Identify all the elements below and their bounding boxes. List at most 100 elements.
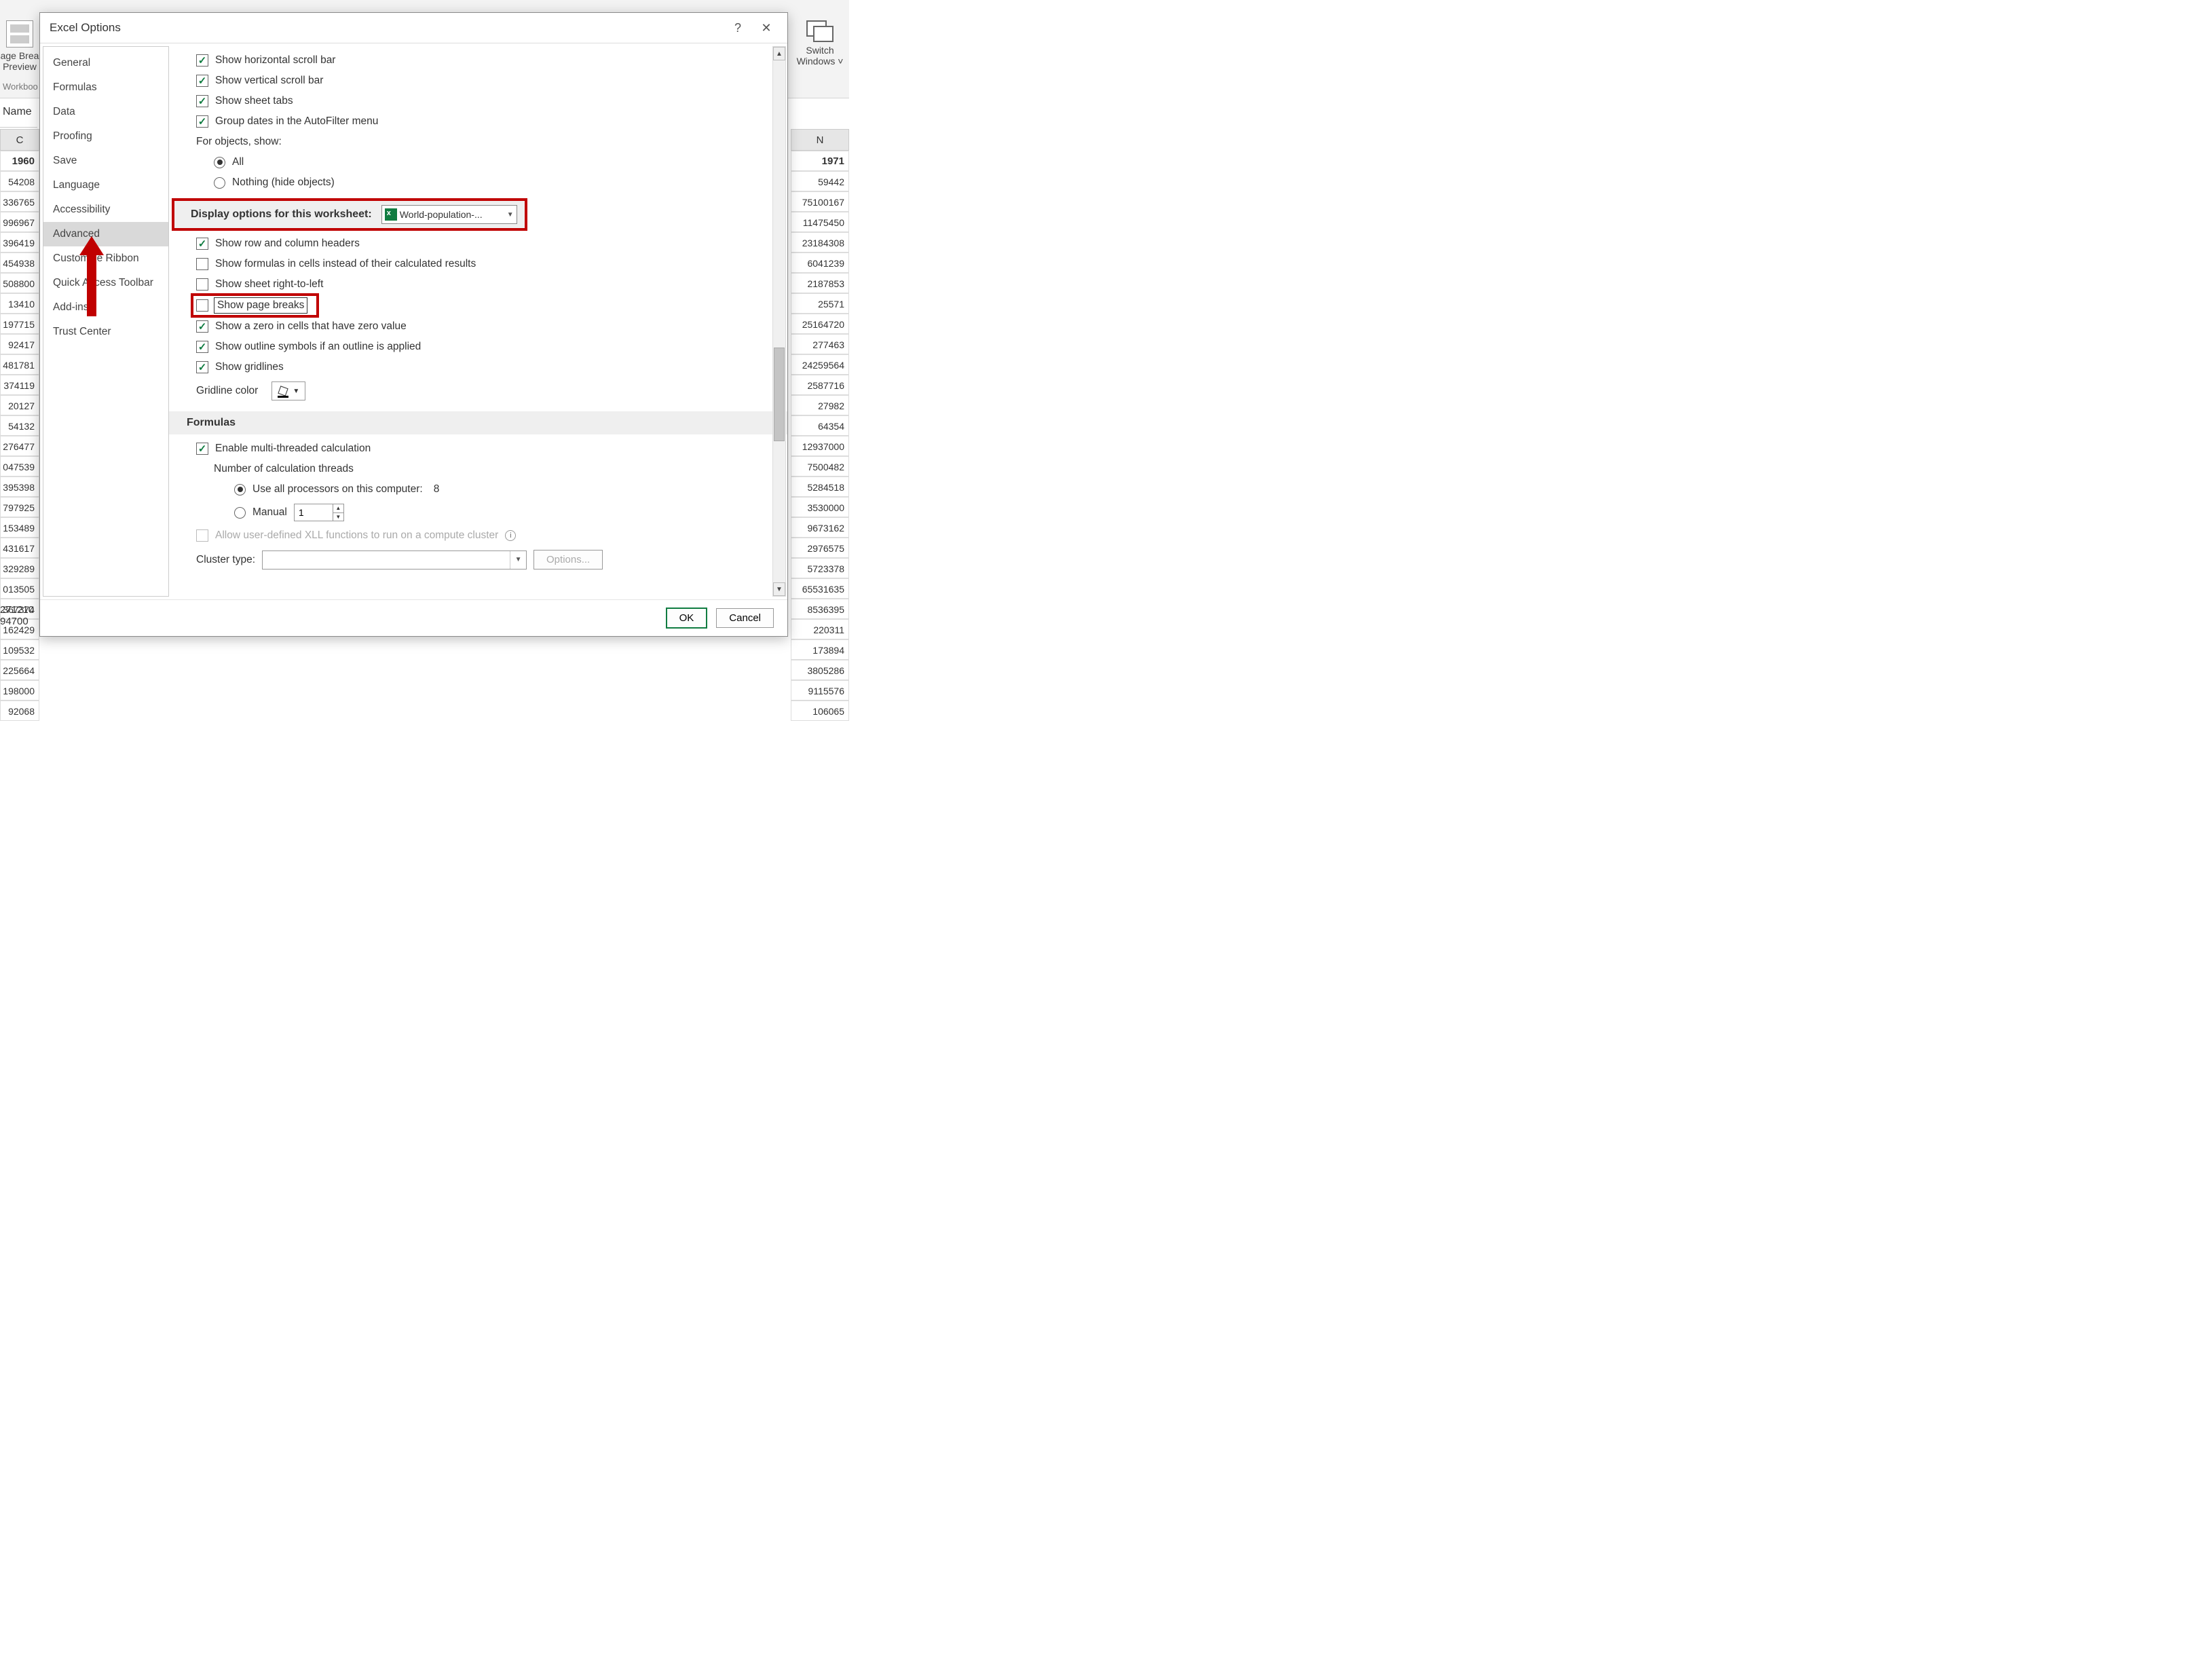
opt-sheet-tabs[interactable]: Show sheet tabs xyxy=(187,91,782,111)
cell[interactable]: 6041239 xyxy=(791,253,849,273)
cell[interactable]: 153489 xyxy=(0,517,39,538)
manual-thread-spinner[interactable]: ▲▼ xyxy=(294,504,344,521)
cell[interactable]: 24259564 xyxy=(791,354,849,375)
cell[interactable]: 508800 xyxy=(0,273,39,293)
cell[interactable]: 2587716 xyxy=(791,375,849,395)
cell[interactable]: 92417 xyxy=(0,334,39,354)
checkbox-icon[interactable] xyxy=(196,258,208,270)
nav-proofing[interactable]: Proofing xyxy=(43,124,168,149)
checkbox-icon[interactable] xyxy=(196,95,208,107)
cell[interactable]: 277463 xyxy=(791,334,849,354)
spinner-down-icon[interactable]: ▼ xyxy=(333,513,343,521)
checkbox-icon[interactable] xyxy=(196,238,208,250)
spinner-input[interactable] xyxy=(295,504,333,521)
cell[interactable]: 198000 xyxy=(0,680,39,701)
cell[interactable]: 64354 xyxy=(791,415,849,436)
cell[interactable]: 92068 xyxy=(0,701,39,721)
opt-manual-threads[interactable]: Manual ▲▼ xyxy=(187,500,782,525)
scroll-down-icon[interactable]: ▼ xyxy=(773,582,785,596)
cluster-type-combo[interactable]: ▼ xyxy=(262,550,527,570)
nav-language[interactable]: Language xyxy=(43,173,168,198)
opt-page-breaks[interactable]: Show page breaks xyxy=(192,295,318,316)
help-button[interactable]: ? xyxy=(724,17,752,39)
content-scrollbar[interactable]: ▲ ▼ xyxy=(772,46,786,597)
checkbox-icon[interactable] xyxy=(196,341,208,353)
cancel-button[interactable]: Cancel xyxy=(716,608,774,628)
opt-hscroll[interactable]: Show horizontal scroll bar xyxy=(187,50,782,71)
nav-addins[interactable]: Add-ins xyxy=(43,295,168,320)
cell[interactable]: 3805286 xyxy=(791,660,849,680)
opt-show-formulas[interactable]: Show formulas in cells instead of their … xyxy=(187,254,782,274)
radio-icon[interactable] xyxy=(214,177,225,189)
spinner-up-icon[interactable]: ▲ xyxy=(333,504,343,513)
cell[interactable]: 395398 xyxy=(0,477,39,497)
cell[interactable]: 11475450 xyxy=(791,212,849,232)
info-icon[interactable]: i xyxy=(505,530,516,541)
ribbon-switch-windows[interactable]: Switch Windows ˅ xyxy=(793,20,846,67)
cell[interactable]: 996967 xyxy=(0,212,39,232)
cell[interactable]: 54132 xyxy=(0,415,39,436)
cell[interactable]: 047539 xyxy=(0,456,39,477)
cell[interactable]: 2187853 xyxy=(791,273,849,293)
cell[interactable]: 431617 xyxy=(0,538,39,558)
cell[interactable]: 271210 xyxy=(0,604,39,616)
name-box[interactable]: Name xyxy=(0,100,37,128)
scroll-up-icon[interactable]: ▲ xyxy=(773,47,785,60)
radio-icon[interactable] xyxy=(234,484,246,496)
cell[interactable]: 013505 xyxy=(0,578,39,599)
opt-use-all-processors[interactable]: Use all processors on this computer: 8 xyxy=(187,479,782,500)
cell[interactable]: 454938 xyxy=(0,253,39,273)
checkbox-icon[interactable] xyxy=(196,361,208,373)
cell[interactable]: 276477 xyxy=(0,436,39,456)
opt-objects-all[interactable]: All xyxy=(187,152,782,172)
nav-general[interactable]: General xyxy=(43,51,168,75)
opt-rtl[interactable]: Show sheet right-to-left xyxy=(187,274,782,295)
cell[interactable]: 27982 xyxy=(791,395,849,415)
cell[interactable]: 329289 xyxy=(0,558,39,578)
checkbox-icon[interactable] xyxy=(196,75,208,87)
cell[interactable]: 12937000 xyxy=(791,436,849,456)
cell-header[interactable]: 1960 xyxy=(0,151,39,171)
opt-objects-none[interactable]: Nothing (hide objects) xyxy=(187,172,782,193)
cell[interactable]: 23184308 xyxy=(791,232,849,253)
cell[interactable]: 396419 xyxy=(0,232,39,253)
ribbon-page-break-preview[interactable]: age Brea Preview xyxy=(0,20,39,72)
cell[interactable]: 797925 xyxy=(0,497,39,517)
cell[interactable]: 75100167 xyxy=(791,191,849,212)
cell[interactable]: 225664 xyxy=(0,660,39,680)
cell[interactable]: 59442 xyxy=(791,171,849,191)
nav-data[interactable]: Data xyxy=(43,100,168,124)
cell[interactable]: 25164720 xyxy=(791,314,849,334)
checkbox-icon[interactable] xyxy=(196,278,208,291)
gridline-color-picker[interactable]: ▼ xyxy=(271,381,305,400)
cell[interactable]: 54208 xyxy=(0,171,39,191)
nav-formulas[interactable]: Formulas xyxy=(43,75,168,100)
opt-outline[interactable]: Show outline symbols if an outline is ap… xyxy=(187,337,782,357)
cell[interactable]: 106065 xyxy=(791,701,849,721)
opt-multithread[interactable]: Enable multi-threaded calculation xyxy=(187,438,782,459)
column-header[interactable]: C xyxy=(0,129,39,151)
opt-vscroll[interactable]: Show vertical scroll bar xyxy=(187,71,782,91)
checkbox-icon[interactable] xyxy=(196,320,208,333)
cell[interactable]: 481781 xyxy=(0,354,39,375)
close-button[interactable]: ✕ xyxy=(752,17,781,39)
opt-zero[interactable]: Show a zero in cells that have zero valu… xyxy=(187,316,782,337)
opt-row-col-headers[interactable]: Show row and column headers xyxy=(187,234,782,254)
nav-save[interactable]: Save xyxy=(43,149,168,173)
cell[interactable]: 2976575 xyxy=(791,538,849,558)
cell[interactable]: 374119 xyxy=(0,375,39,395)
cell[interactable]: 336765 xyxy=(0,191,39,212)
cell[interactable]: 65531635 xyxy=(791,578,849,599)
nav-quick-access[interactable]: Quick Access Toolbar xyxy=(43,271,168,295)
ok-button[interactable]: OK xyxy=(667,608,707,628)
cell[interactable]: 13410 xyxy=(0,293,39,314)
cell[interactable]: 5723378 xyxy=(791,558,849,578)
scrollbar-thumb[interactable] xyxy=(774,348,785,441)
checkbox-icon[interactable] xyxy=(196,443,208,455)
cell-header[interactable]: 1971 xyxy=(791,151,849,171)
scrollbar-track[interactable] xyxy=(773,61,785,582)
checkbox-icon[interactable] xyxy=(196,115,208,128)
opt-gridlines[interactable]: Show gridlines xyxy=(187,357,782,377)
opt-group-dates[interactable]: Group dates in the AutoFilter menu xyxy=(187,111,782,132)
cell[interactable]: 25571 xyxy=(791,293,849,314)
